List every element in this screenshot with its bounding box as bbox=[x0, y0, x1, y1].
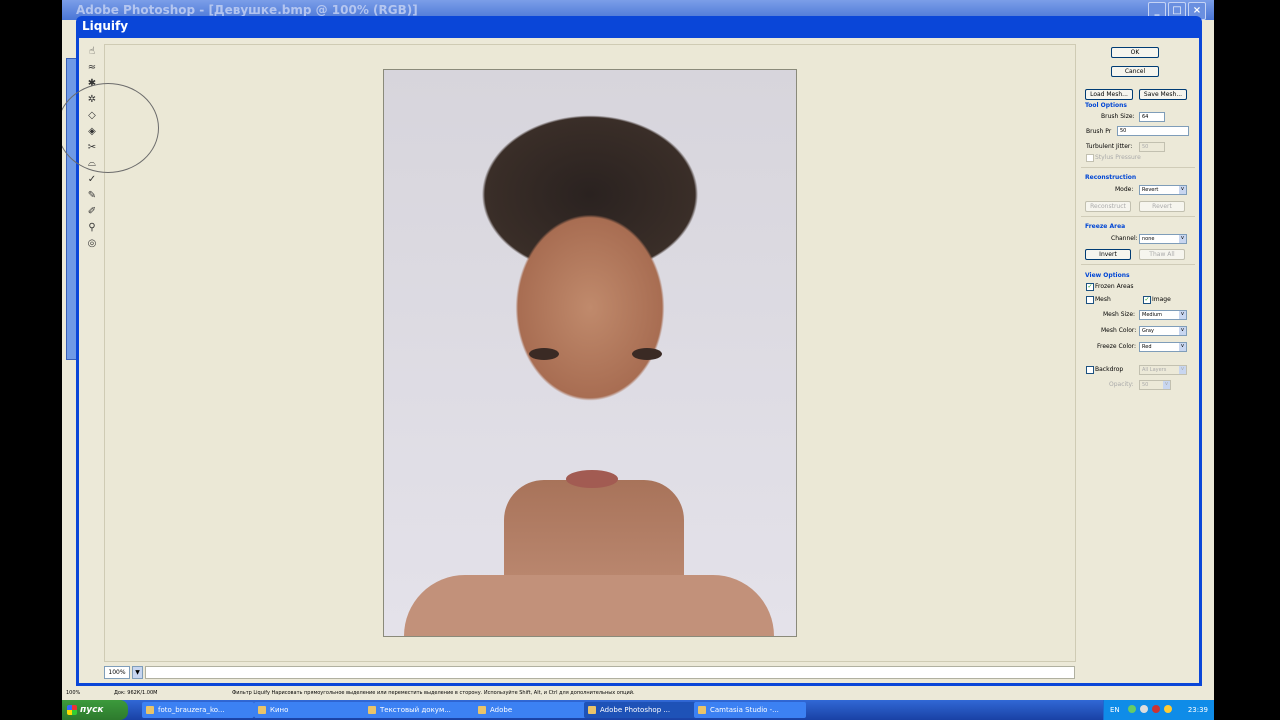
cancel-button[interactable]: Cancel bbox=[1111, 66, 1159, 77]
tray-network-icon[interactable] bbox=[1128, 705, 1136, 713]
brush-pressure-label: Brush Pr bbox=[1086, 128, 1112, 135]
options-panel: OK Cancel Load Mesh... Save Mesh... Tool… bbox=[1077, 38, 1199, 660]
thaw-all-button[interactable]: Thaw All bbox=[1139, 249, 1185, 260]
brush-cursor bbox=[62, 83, 159, 173]
turbulent-jitter-field[interactable]: 50 bbox=[1139, 142, 1165, 152]
screen: Adobe Photoshop - [Девушкe.bmp @ 100% (R… bbox=[62, 0, 1214, 720]
tool-options-heading: Tool Options bbox=[1085, 102, 1127, 109]
zoom-field[interactable]: 100% bbox=[104, 666, 130, 679]
thaw-tool-icon[interactable]: ✐ bbox=[85, 205, 99, 219]
portrait-shoulders bbox=[404, 575, 774, 636]
taskbar-item-photoshop[interactable]: Adobe Photoshop ... bbox=[584, 702, 696, 718]
revert-button[interactable]: Revert bbox=[1139, 201, 1185, 212]
reconstruction-heading: Reconstruction bbox=[1085, 174, 1137, 181]
brush-size-field[interactable]: 64 bbox=[1139, 112, 1165, 122]
channel-select[interactable]: none bbox=[1139, 234, 1187, 244]
freeze-tool-icon[interactable]: ✎ bbox=[85, 189, 99, 203]
freeze-area-heading: Freeze Area bbox=[1085, 223, 1126, 230]
image-label: Image bbox=[1152, 296, 1171, 303]
taskbar-item[interactable]: Текстовый докум... bbox=[364, 702, 476, 718]
save-mesh-button[interactable]: Save Mesh... bbox=[1139, 89, 1187, 100]
turbulence-tool-icon[interactable]: ≈ bbox=[85, 61, 99, 75]
window-title: Adobe Photoshop - [Девушкe.bmp @ 100% (R… bbox=[76, 3, 418, 17]
load-mesh-button[interactable]: Load Mesh... bbox=[1085, 89, 1133, 100]
language-indicator[interactable]: EN bbox=[1110, 706, 1120, 714]
status-bar: 100% Док: 962К/1.00M Фильтр Liquify Нари… bbox=[62, 686, 1214, 700]
mesh-checkbox[interactable] bbox=[1086, 296, 1094, 304]
tray-volume-icon[interactable] bbox=[1140, 705, 1148, 713]
clock: 23:39 bbox=[1187, 706, 1208, 714]
turbulent-jitter-label: Turbulent Jitter: bbox=[1086, 143, 1133, 150]
image-checkbox[interactable]: ✓ bbox=[1143, 296, 1151, 304]
mesh-size-label: Mesh Size: bbox=[1103, 311, 1136, 318]
frozen-areas-checkbox[interactable]: ✓ bbox=[1086, 283, 1094, 291]
zoom-row: 100% ▼ bbox=[104, 666, 1075, 679]
status-hint: Фильтр Liquify Нарисовать прямоугольное … bbox=[232, 690, 635, 696]
freeze-color-select[interactable]: Red bbox=[1139, 342, 1187, 352]
dialog-title: Liquify bbox=[82, 19, 129, 33]
opacity-label: Opacity: bbox=[1109, 381, 1134, 388]
backdrop-checkbox[interactable] bbox=[1086, 366, 1094, 374]
warp-tool-icon[interactable]: ☝ bbox=[85, 45, 99, 59]
channel-label: Channel: bbox=[1111, 235, 1138, 242]
freeze-color-label: Freeze Color: bbox=[1097, 343, 1137, 350]
zoom-tool-icon[interactable]: ⚲ bbox=[85, 221, 99, 235]
opacity-select[interactable]: 50 bbox=[1139, 380, 1171, 390]
taskbar-item[interactable]: Camtasia Studio -... bbox=[694, 702, 806, 718]
liquify-dialog: Liquify ☝ ≈ ✱ ✲ ◇ ◈ ✂ ⌓ ✓ ✎ ✐ ⚲ ◎ 100% ▼… bbox=[62, 16, 1202, 686]
zoom-dropdown-icon[interactable]: ▼ bbox=[132, 666, 143, 679]
tray-antivirus-icon[interactable] bbox=[1152, 705, 1160, 713]
system-tray: EN 23:39 bbox=[1103, 700, 1214, 720]
view-options-heading: View Options bbox=[1085, 272, 1130, 279]
windows-logo-icon bbox=[67, 705, 77, 715]
frozen-areas-label: Frozen Areas bbox=[1095, 283, 1134, 290]
tray-app-icon[interactable] bbox=[1164, 705, 1172, 713]
taskbar-item[interactable]: Adobe bbox=[474, 702, 586, 718]
portrait-lips bbox=[566, 470, 618, 488]
reconstruct-button[interactable]: Reconstruct bbox=[1085, 201, 1131, 212]
mesh-label: Mesh bbox=[1095, 296, 1111, 303]
mode-label: Mode: bbox=[1115, 186, 1134, 193]
taskbar-item[interactable]: foto_brauzera_ko... bbox=[142, 702, 254, 718]
portrait-image[interactable] bbox=[383, 69, 797, 637]
backdrop-select[interactable]: All Layers bbox=[1139, 365, 1187, 375]
mode-select[interactable]: Revert bbox=[1139, 185, 1187, 195]
hand-tool-icon[interactable]: ◎ bbox=[85, 237, 99, 251]
start-button[interactable]: пуск bbox=[62, 700, 128, 720]
dialog-body: ☝ ≈ ✱ ✲ ◇ ◈ ✂ ⌓ ✓ ✎ ✐ ⚲ ◎ 100% ▼ OK Canc… bbox=[62, 38, 1199, 683]
status-zoom: 100% bbox=[66, 690, 81, 696]
mesh-size-select[interactable]: Medium bbox=[1139, 310, 1187, 320]
taskbar: пуск foto_brauzera_ko... Кино Текстовый … bbox=[62, 700, 1214, 720]
stylus-pressure-checkbox[interactable] bbox=[1086, 154, 1094, 162]
mesh-color-select[interactable]: Gray bbox=[1139, 326, 1187, 336]
brush-pressure-field[interactable]: 50 bbox=[1117, 126, 1189, 136]
invert-button[interactable]: Invert bbox=[1085, 249, 1131, 260]
mesh-color-label: Mesh Color: bbox=[1101, 327, 1137, 334]
ok-button[interactable]: OK bbox=[1111, 47, 1159, 58]
portrait-left-eye bbox=[529, 348, 559, 360]
stylus-pressure-label: Stylus Pressure bbox=[1095, 154, 1141, 161]
portrait-right-eye bbox=[632, 348, 662, 360]
backdrop-label: Backdrop bbox=[1095, 366, 1124, 373]
taskbar-item[interactable]: Кино bbox=[254, 702, 366, 718]
reconstruct-tool-icon[interactable]: ✓ bbox=[85, 173, 99, 187]
canvas-area[interactable] bbox=[62, 44, 1076, 662]
status-doc-size: Док: 962К/1.00M bbox=[114, 690, 158, 696]
horizontal-scrollbar[interactable] bbox=[145, 666, 1075, 679]
brush-size-label: Brush Size: bbox=[1101, 113, 1135, 120]
